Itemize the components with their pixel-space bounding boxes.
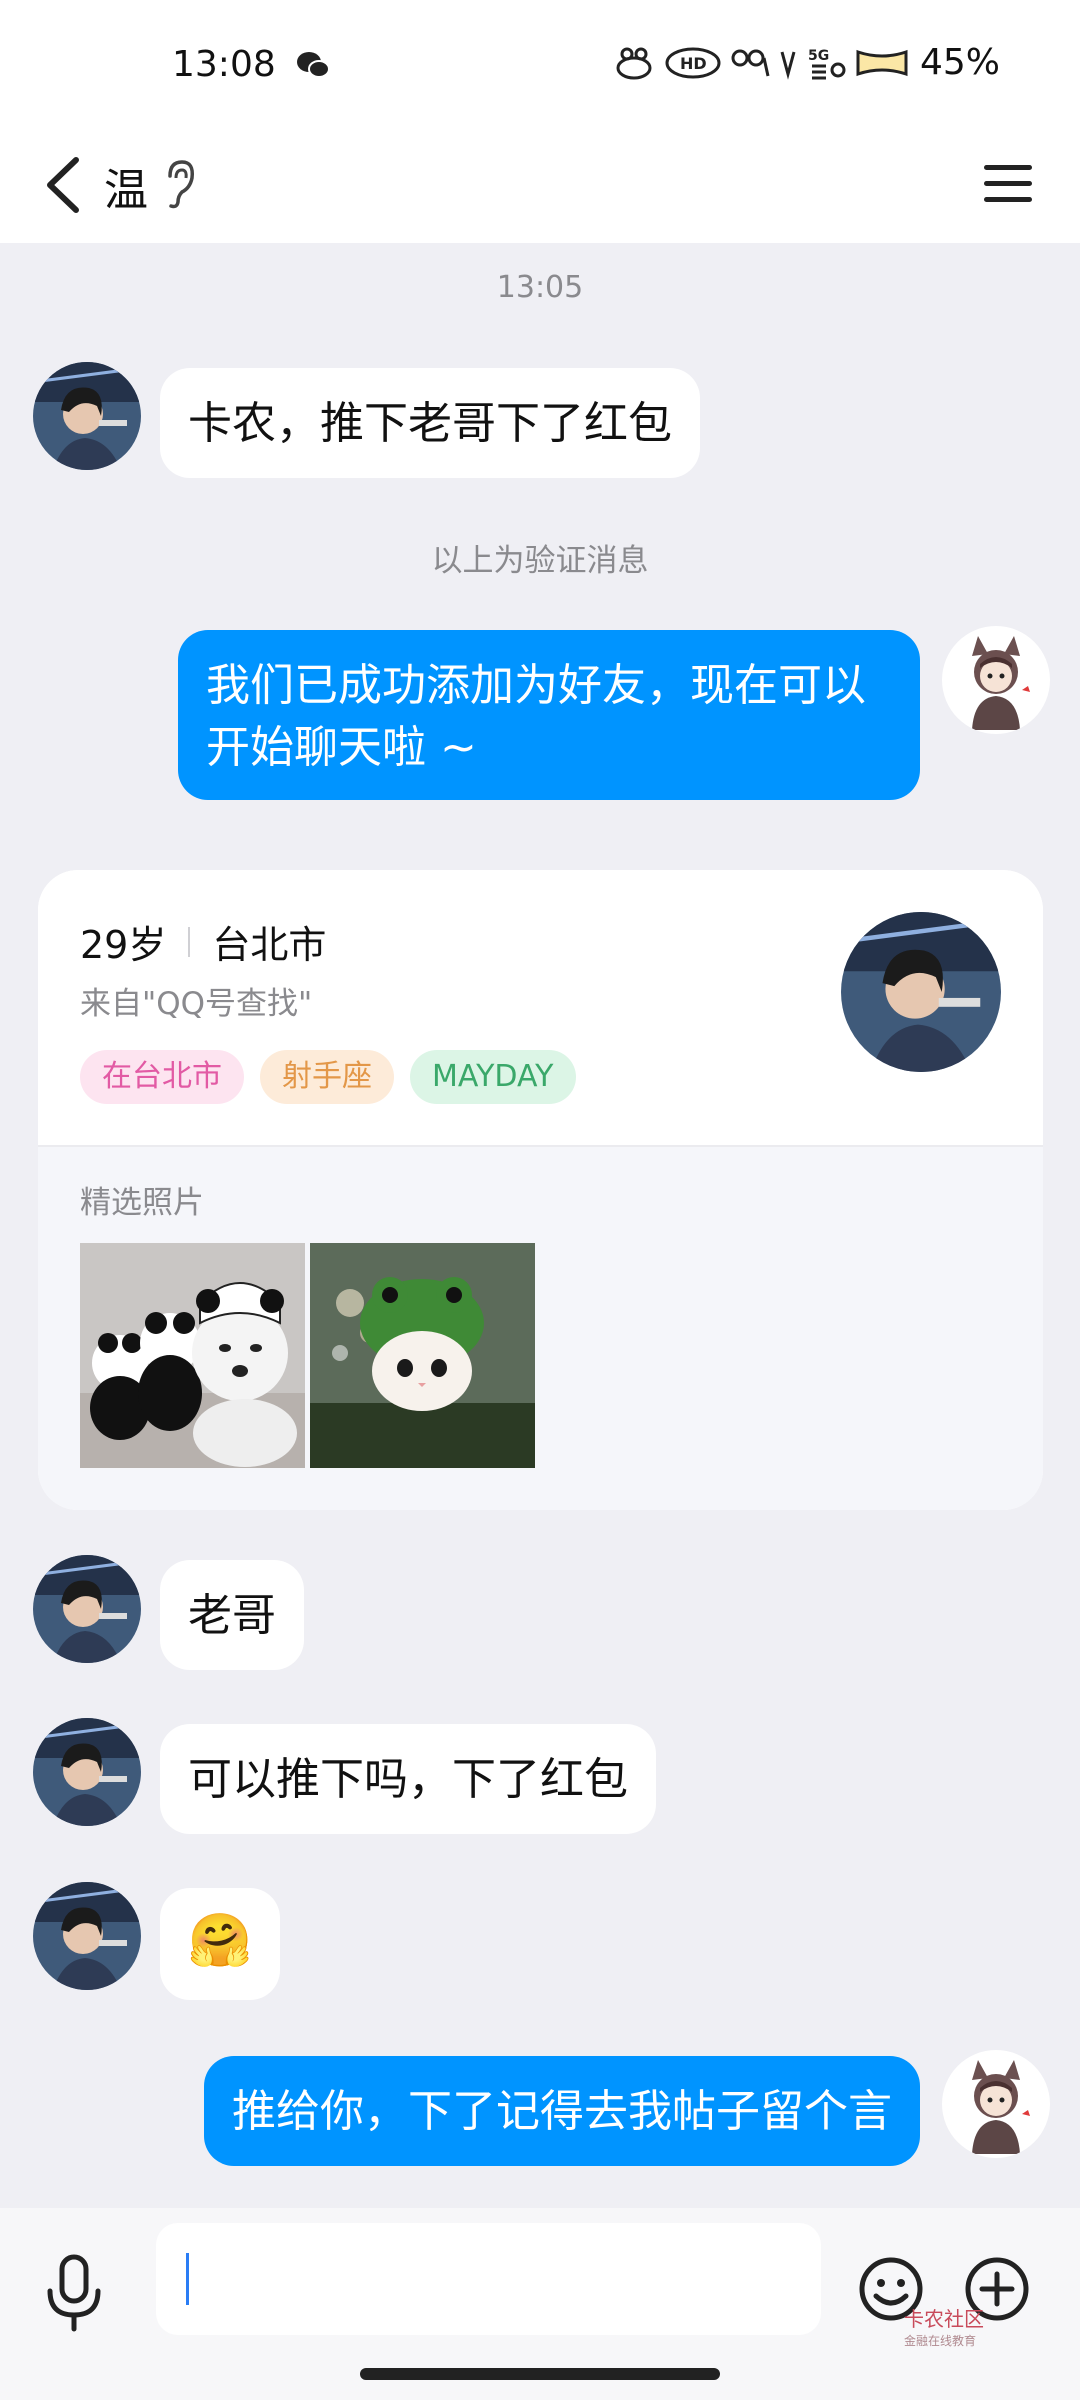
battery-icon: [856, 49, 908, 76]
contact-name[interactable]: 温: [104, 154, 148, 218]
tag-location[interactable]: 在台北市: [80, 1050, 244, 1104]
my-avatar[interactable]: [942, 2050, 1050, 2158]
tag-zodiac[interactable]: 射手座: [260, 1050, 394, 1104]
featured-photo-cat[interactable]: [310, 1243, 535, 1468]
svg-text:HD: HD: [680, 54, 707, 73]
message-bubble-outgoing[interactable]: 推给你，下了记得去我帖子留个言: [204, 2056, 920, 2166]
message-bubble-incoming[interactable]: 老哥: [160, 1560, 304, 1670]
contact-avatar[interactable]: [33, 1882, 141, 1990]
contact-avatar[interactable]: [33, 1718, 141, 1826]
menu-icon: [984, 165, 1032, 170]
home-indicator[interactable]: [360, 2368, 720, 2380]
verification-note: 以上为验证消息: [431, 543, 649, 579]
hd-icon: HD: [665, 47, 721, 78]
back-button[interactable]: [34, 150, 94, 220]
chat-header: 温: [0, 130, 1080, 243]
profile-source: 来自"QQ号查找": [80, 986, 313, 1022]
divider: [188, 926, 191, 957]
contact-avatar[interactable]: [33, 1555, 141, 1663]
bunny-icon: [616, 47, 652, 79]
featured-photo-husky[interactable]: [80, 1243, 305, 1468]
status-bar: 13:08 HD 5G 45%: [0, 0, 1080, 130]
profile-card[interactable]: 29岁 台北市 来自"QQ号查找" 在台北市 射手座 MAYDAY 精选照片: [38, 870, 1043, 1510]
my-avatar[interactable]: [942, 626, 1050, 734]
profile-city: 台北市: [212, 923, 327, 967]
microphone-icon: [47, 2254, 101, 2332]
chevron-left-icon: [47, 157, 79, 213]
message-bubble-incoming[interactable]: 可以推下吗，下了红包: [160, 1724, 656, 1834]
message-bubble-incoming[interactable]: 卡农，推下老哥下了红包: [160, 368, 700, 478]
watermark: 卡农社区 金融在线教育: [904, 2307, 984, 2348]
text-caret: [186, 2253, 189, 2305]
profile-card-info: 29岁 台北市 来自"QQ号查找" 在台北市 射手座 MAYDAY: [38, 870, 1043, 1145]
ear-icon[interactable]: [162, 158, 196, 210]
status-time: 13:08: [172, 44, 276, 85]
message-input[interactable]: [156, 2223, 821, 2335]
photos-label: 精选照片: [80, 1185, 204, 1221]
tag-interest[interactable]: MAYDAY: [410, 1050, 576, 1104]
message-bubble-emoji[interactable]: 🤗: [160, 1888, 280, 2000]
battery-percent: 45%: [919, 42, 1000, 83]
message-timestamp: 13:05: [496, 270, 584, 305]
featured-photos-section: 精选照片: [38, 1145, 1043, 1510]
input-bar: 卡农社区 金融在线教育: [0, 2208, 1080, 2400]
profile-age: 29岁: [80, 923, 167, 967]
profile-avatar[interactable]: [841, 912, 1001, 1072]
message-bubble-outgoing[interactable]: 我们已成功添加为好友，现在可以开始聊天啦 ~: [178, 630, 920, 800]
5g-icon: 5G: [808, 48, 846, 79]
signal-icon: [731, 49, 770, 76]
wifi-icon: [780, 51, 796, 80]
menu-button[interactable]: [976, 154, 1040, 218]
status-icons-group: HD 5G 45%: [612, 42, 1000, 83]
profile-tags: 在台北市 射手座 MAYDAY: [80, 1050, 576, 1104]
contact-avatar[interactable]: [33, 362, 141, 470]
wechat-icon: [297, 52, 330, 78]
voice-button[interactable]: [40, 2253, 108, 2333]
svg-text:5G: 5G: [808, 48, 829, 64]
